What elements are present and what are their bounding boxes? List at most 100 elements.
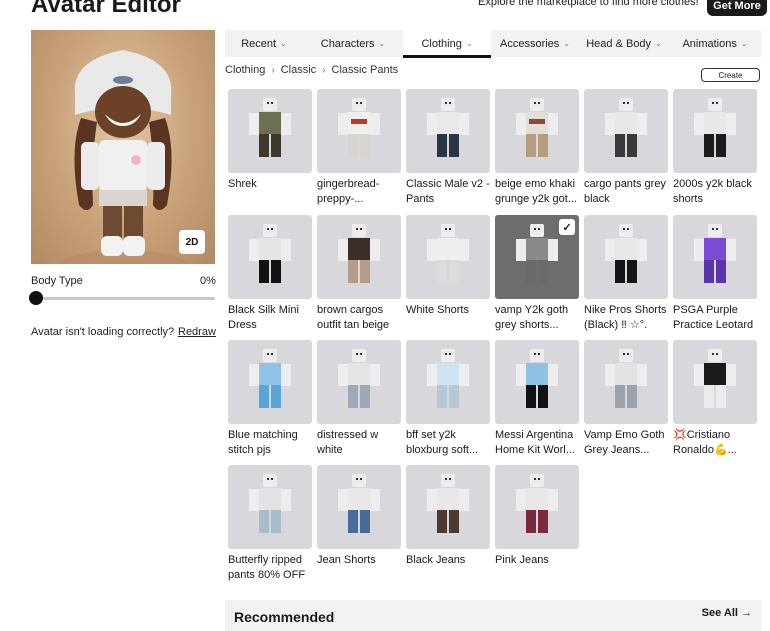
marketplace-hint: Explore the marketplace to find more clo… bbox=[478, 0, 699, 8]
item-thumbnail bbox=[584, 215, 668, 299]
item-mannequin bbox=[516, 98, 558, 157]
clothing-item[interactable]: Black Jeans bbox=[406, 465, 490, 568]
clothing-item[interactable]: Butterfly ripped pants 80% OFF bbox=[228, 465, 312, 583]
clothing-item[interactable]: beige emo khaki grunge y2k got... bbox=[495, 89, 579, 207]
chevron-right-icon: › bbox=[271, 64, 275, 76]
clothing-item[interactable]: Classic Male v2 - Pants bbox=[406, 89, 490, 207]
chevron-down-icon: ⌄ bbox=[465, 39, 473, 48]
item-thumbnail bbox=[228, 89, 312, 173]
breadcrumb-item[interactable]: Clothing bbox=[225, 64, 265, 76]
slider-thumb[interactable] bbox=[29, 291, 43, 305]
clothing-item[interactable]: Black Silk Mini Dress necklace... bbox=[228, 215, 312, 333]
clothing-item[interactable]: distressed w white bbox=[317, 340, 401, 458]
item-name: Vamp Emo Goth Grey Jeans... bbox=[584, 429, 665, 456]
item-name: Classic Male v2 - Pants bbox=[406, 178, 490, 205]
clothing-item[interactable]: Nike Pros Shorts (Black) ‼ ☆°. bbox=[584, 215, 668, 333]
item-mannequin bbox=[338, 474, 380, 533]
avatar-figure bbox=[56, 50, 190, 264]
avatar-preview[interactable]: 2D bbox=[31, 30, 215, 264]
checkmark-icon: ✓ bbox=[559, 219, 575, 235]
item-name: Pink Jeans bbox=[495, 554, 549, 566]
clothing-item[interactable]: PSGA Purple Practice Leotard bbox=[673, 215, 757, 333]
chevron-down-icon: ⌄ bbox=[655, 39, 662, 48]
recommended-section: Recommended See All → bbox=[225, 600, 761, 631]
clothing-item[interactable]: bff set y2k bloxburg soft... bbox=[406, 340, 490, 458]
clothing-item[interactable]: 💢Cristiano Ronaldo💪... bbox=[673, 340, 757, 458]
item-thumbnail bbox=[406, 89, 490, 173]
item-name: 2000s y2k black shorts bbox=[673, 178, 752, 205]
item-name: Jean Shorts bbox=[317, 554, 376, 566]
clothing-item[interactable]: cargo pants grey black bbox=[584, 89, 668, 207]
item-mannequin bbox=[338, 224, 380, 283]
chevron-right-icon: › bbox=[322, 64, 326, 76]
clothing-item[interactable]: Vamp Emo Goth Grey Jeans... bbox=[584, 340, 668, 458]
tab-clothing[interactable]: Clothing ⌄ bbox=[403, 30, 491, 58]
item-mannequin bbox=[516, 349, 558, 408]
tab-label: Head & Body bbox=[586, 37, 652, 50]
tab-head-body[interactable]: Head & Body ⌄ bbox=[579, 30, 669, 57]
item-mannequin bbox=[249, 224, 291, 283]
tab-label: Accessories bbox=[500, 37, 560, 50]
item-thumbnail bbox=[228, 340, 312, 424]
body-type-slider[interactable] bbox=[29, 291, 215, 305]
tab-recent[interactable]: Recent ⌄ bbox=[225, 30, 303, 57]
item-mannequin bbox=[338, 98, 380, 157]
item-mannequin bbox=[694, 224, 736, 283]
clothing-item[interactable]: White Shorts bbox=[406, 215, 490, 318]
item-name: gingerbread-preppy-... bbox=[317, 178, 380, 205]
tab-accessories[interactable]: Accessories ⌄ bbox=[491, 30, 579, 57]
item-name: cargo pants grey black bbox=[584, 178, 666, 205]
item-thumbnail bbox=[228, 215, 312, 299]
chevron-down-icon: ⌄ bbox=[740, 39, 748, 48]
item-name: White Shorts bbox=[406, 304, 469, 316]
tab-label: Recent bbox=[241, 37, 277, 50]
item-name: distressed w white bbox=[317, 429, 379, 456]
item-name: 💢Cristiano Ronaldo💪... bbox=[673, 429, 737, 456]
item-thumbnail bbox=[584, 340, 668, 424]
item-name: Butterfly ripped pants 80% OFF bbox=[228, 554, 306, 581]
item-name: Black Jeans bbox=[406, 554, 466, 566]
item-thumbnail bbox=[317, 465, 401, 549]
redraw-link[interactable]: Redraw bbox=[178, 326, 216, 338]
item-mannequin bbox=[249, 98, 291, 157]
item-name: PSGA Purple Practice Leotard bbox=[673, 304, 754, 331]
breadcrumb: Clothing › Classic › Classic Pants bbox=[225, 64, 398, 76]
item-thumbnail bbox=[495, 465, 579, 549]
view-2d-button[interactable]: 2D bbox=[179, 230, 205, 254]
clothing-item[interactable]: Messi Argentina Home Kit Worl... bbox=[495, 340, 579, 458]
clothing-item[interactable]: Jean Shorts bbox=[317, 465, 401, 568]
recommended-title: Recommended bbox=[234, 609, 335, 625]
clothing-item[interactable]: Pink Jeans bbox=[495, 465, 579, 568]
item-name: brown cargos outfit tan beige bbox=[317, 304, 390, 331]
clothing-item[interactable]: gingerbread-preppy-... bbox=[317, 89, 401, 207]
clothing-item[interactable]: ✓ vamp Y2k goth grey shorts... bbox=[495, 215, 579, 333]
item-thumbnail bbox=[317, 215, 401, 299]
clothing-item[interactable]: brown cargos outfit tan beige bbox=[317, 215, 401, 333]
breadcrumb-item: Classic Pants bbox=[331, 64, 399, 76]
breadcrumb-item[interactable]: Classic bbox=[281, 64, 316, 76]
item-name: Black Silk Mini Dress necklace... bbox=[228, 304, 299, 331]
tab-animations[interactable]: Animations ⌄ bbox=[669, 30, 761, 57]
item-thumbnail bbox=[673, 340, 757, 424]
clothing-item[interactable]: Blue matching stitch pjs bbox=[228, 340, 312, 458]
chevron-down-icon: ⌄ bbox=[378, 39, 386, 48]
item-mannequin bbox=[427, 224, 469, 283]
item-mannequin bbox=[427, 349, 469, 408]
see-all-link[interactable]: See All → bbox=[702, 607, 752, 619]
item-name: vamp Y2k goth grey shorts... bbox=[495, 304, 569, 331]
item-thumbnail bbox=[406, 465, 490, 549]
item-thumbnail bbox=[317, 340, 401, 424]
tab-label: Characters bbox=[320, 37, 375, 50]
item-thumbnail bbox=[228, 465, 312, 549]
clothing-item[interactable]: 2000s y2k black shorts bbox=[673, 89, 757, 207]
item-name: Shrek bbox=[228, 178, 257, 190]
clothing-item[interactable]: Shrek bbox=[228, 89, 312, 192]
item-thumbnail bbox=[495, 89, 579, 173]
get-more-button[interactable]: Get More bbox=[707, 0, 767, 16]
tab-label: Clothing bbox=[421, 37, 462, 50]
tab-characters[interactable]: Characters ⌄ bbox=[303, 30, 403, 57]
item-mannequin bbox=[427, 474, 469, 533]
create-button[interactable]: Create bbox=[701, 68, 760, 82]
item-mannequin bbox=[605, 98, 647, 157]
tab-label: Animations bbox=[682, 37, 737, 50]
